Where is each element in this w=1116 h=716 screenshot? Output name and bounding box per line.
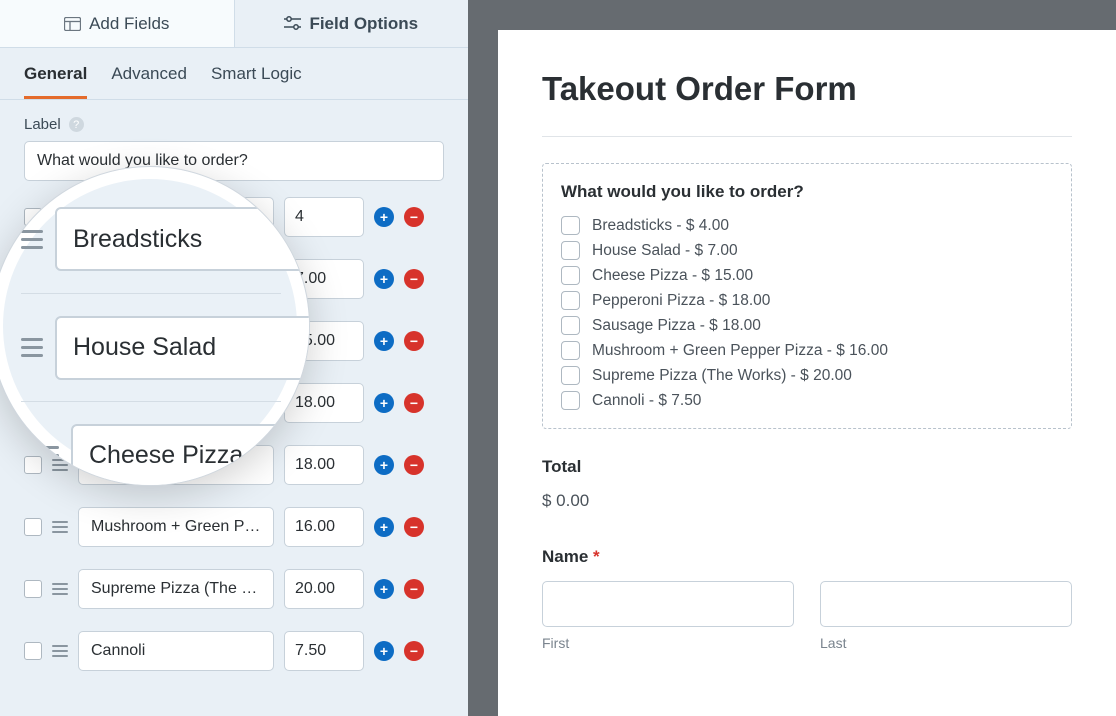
option-text: Mushroom + Green Pepper Pizza - $ 16.00 — [592, 342, 888, 360]
add-choice-button[interactable]: + — [374, 393, 394, 413]
option-checkbox[interactable] — [561, 341, 580, 360]
add-choice-button[interactable]: + — [374, 641, 394, 661]
preview-option[interactable]: Sausage Pizza - $ 18.00 — [561, 316, 1053, 335]
option-text: Breadsticks - $ 4.00 — [592, 217, 729, 235]
choice-label-input[interactable] — [55, 207, 310, 271]
add-choice-button[interactable]: + — [374, 579, 394, 599]
add-choice-button[interactable]: + — [374, 269, 394, 289]
subtab-advanced[interactable]: Advanced — [111, 64, 187, 99]
first-name-sublabel: First — [542, 635, 794, 651]
help-icon[interactable]: ? — [69, 117, 84, 132]
preview-option[interactable]: Supreme Pizza (The Works) - $ 20.00 — [561, 366, 1053, 385]
tab-field-options[interactable]: Field Options — [235, 0, 469, 47]
layout-icon — [64, 17, 81, 31]
subtab-smart-logic[interactable]: Smart Logic — [211, 64, 302, 99]
label-heading: Label — [24, 116, 61, 133]
remove-choice-button[interactable]: − — [404, 269, 424, 289]
choice-default-checkbox[interactable] — [24, 580, 42, 598]
total-value: $ 0.00 — [542, 491, 1072, 511]
preview-option[interactable]: Mushroom + Green Pepper Pizza - $ 16.00 — [561, 341, 1053, 360]
option-text: Cannoli - $ 7.50 — [592, 392, 701, 410]
preview-option[interactable]: Breadsticks - $ 4.00 — [561, 216, 1053, 235]
choice-default-checkbox[interactable] — [21, 444, 25, 468]
name-field-label: Name * — [542, 547, 1072, 567]
checkbox-field-group[interactable]: What would you like to order? Breadstick… — [542, 163, 1072, 429]
tab-label: Add Fields — [89, 14, 169, 34]
last-name-sublabel: Last — [820, 635, 1072, 651]
option-checkbox[interactable] — [561, 391, 580, 410]
add-choice-button[interactable]: + — [374, 517, 394, 537]
magnified-choice-row — [21, 185, 281, 293]
option-text: House Salad - $ 7.00 — [592, 242, 738, 260]
preview-option[interactable]: House Salad - $ 7.00 — [561, 241, 1053, 260]
field-label-input[interactable] — [24, 141, 444, 181]
field-question-label: What would you like to order? — [561, 182, 1053, 202]
required-asterisk: * — [593, 547, 600, 566]
remove-choice-button[interactable]: − — [404, 455, 424, 475]
choice-price-input[interactable] — [284, 631, 364, 671]
preview-option[interactable]: Pepperoni Pizza - $ 18.00 — [561, 291, 1053, 310]
choice-label-input[interactable] — [78, 507, 274, 547]
sub-tabs: General Advanced Smart Logic — [0, 48, 468, 100]
preview-option[interactable]: Cheese Pizza - $ 15.00 — [561, 266, 1053, 285]
remove-choice-button[interactable]: − — [404, 331, 424, 351]
magnifier-overlay — [0, 166, 310, 486]
sidebar: Add Fields Field Options General Advance… — [0, 0, 468, 716]
drag-handle-icon[interactable] — [52, 583, 68, 595]
form-card: Takeout Order Form What would you like t… — [498, 30, 1116, 716]
choice-label-input[interactable] — [78, 569, 274, 609]
choice-default-checkbox[interactable] — [24, 518, 42, 536]
name-fields-row: First Last — [542, 581, 1072, 651]
total-label: Total — [542, 457, 1072, 477]
option-text: Pepperoni Pizza - $ 18.00 — [592, 292, 770, 310]
magnified-choice-row — [21, 293, 281, 401]
option-checkbox[interactable] — [561, 316, 580, 335]
preview-options: Breadsticks - $ 4.00 House Salad - $ 7.00… — [561, 216, 1053, 410]
add-choice-button[interactable]: + — [374, 207, 394, 227]
tab-label: Field Options — [309, 14, 418, 34]
subtab-general[interactable]: General — [24, 64, 87, 99]
remove-choice-button[interactable]: − — [404, 207, 424, 227]
choice-label-input[interactable] — [55, 316, 310, 380]
preview-option[interactable]: Cannoli - $ 7.50 — [561, 391, 1053, 410]
drag-handle-icon[interactable] — [21, 338, 43, 357]
option-text: Sausage Pizza - $ 18.00 — [592, 317, 761, 335]
tab-add-fields[interactable]: Add Fields — [0, 0, 235, 47]
drag-handle-icon[interactable] — [37, 446, 59, 465]
last-name-input[interactable] — [820, 581, 1072, 627]
choice-row: + − — [24, 507, 444, 547]
remove-choice-button[interactable]: − — [404, 517, 424, 537]
option-text: Cheese Pizza - $ 15.00 — [592, 267, 753, 285]
choice-default-checkbox[interactable] — [24, 642, 42, 660]
drag-handle-icon[interactable] — [21, 230, 43, 249]
label-heading-row: Label ? — [24, 116, 444, 133]
drag-handle-icon[interactable] — [52, 521, 68, 533]
top-tabs: Add Fields Field Options — [0, 0, 468, 48]
option-text: Supreme Pizza (The Works) - $ 20.00 — [592, 367, 852, 385]
choice-price-input[interactable] — [284, 569, 364, 609]
first-name-input[interactable] — [542, 581, 794, 627]
option-checkbox[interactable] — [561, 216, 580, 235]
choice-label-input[interactable] — [71, 424, 310, 487]
option-checkbox[interactable] — [561, 366, 580, 385]
sliders-icon — [284, 16, 301, 31]
choice-label-input[interactable] — [78, 631, 274, 671]
magnified-choice-row — [21, 401, 281, 486]
choice-row: + − — [24, 569, 444, 609]
drag-handle-icon[interactable] — [52, 645, 68, 657]
option-checkbox[interactable] — [561, 291, 580, 310]
divider — [542, 136, 1072, 137]
preview-area: Takeout Order Form What would you like t… — [468, 0, 1116, 716]
add-choice-button[interactable]: + — [374, 331, 394, 351]
add-choice-button[interactable]: + — [374, 455, 394, 475]
remove-choice-button[interactable]: − — [404, 393, 424, 413]
form-title: Takeout Order Form — [542, 70, 1072, 108]
option-checkbox[interactable] — [561, 241, 580, 260]
remove-choice-button[interactable]: − — [404, 579, 424, 599]
choice-row: + − — [24, 631, 444, 671]
option-checkbox[interactable] — [561, 266, 580, 285]
remove-choice-button[interactable]: − — [404, 641, 424, 661]
choice-price-input[interactable] — [284, 507, 364, 547]
